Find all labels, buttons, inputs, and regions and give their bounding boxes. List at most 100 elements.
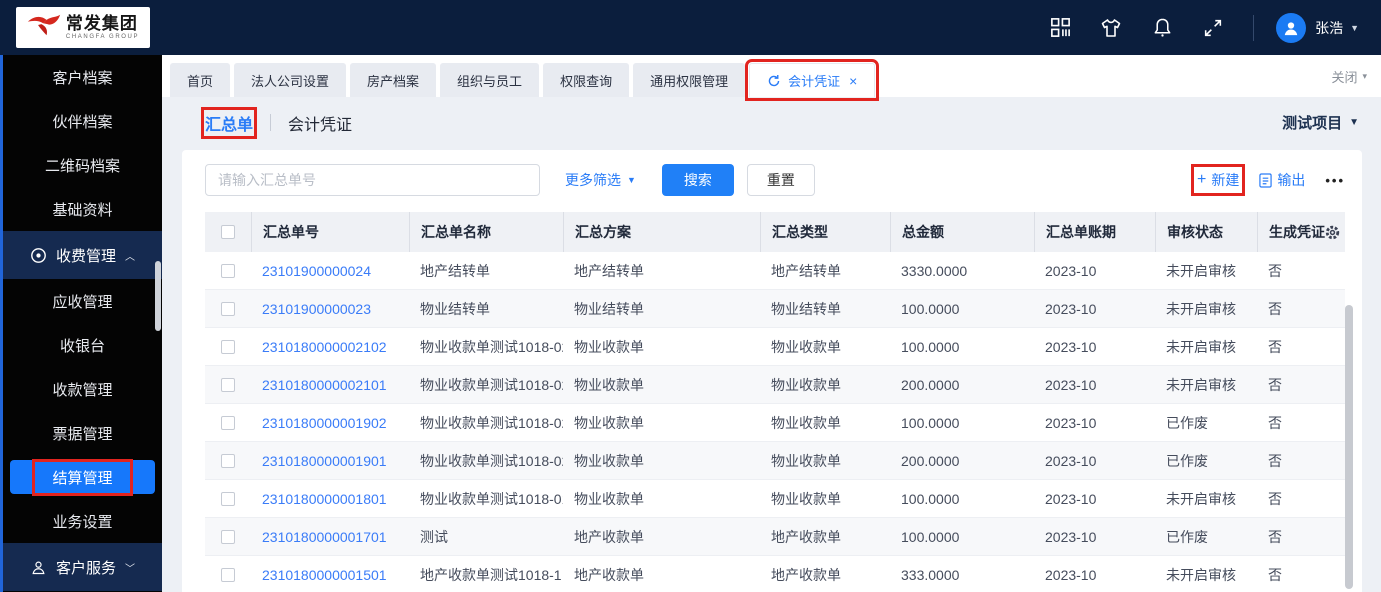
sidebar-item-label: 票据管理 xyxy=(52,425,113,443)
row-checkbox[interactable] xyxy=(221,377,235,392)
sidebar-section-收费管理[interactable]: 收费管理 ︿ xyxy=(3,231,162,279)
reset-button[interactable]: 重置 xyxy=(746,164,815,196)
row-checkbox-cell xyxy=(205,567,251,582)
company-logo: 常发集团 CHANGFA GROUP xyxy=(16,7,150,48)
sidebar-item-结算管理[interactable]: 结算管理 xyxy=(3,455,162,499)
row-checkbox[interactable] xyxy=(221,415,235,430)
person-icon xyxy=(30,559,47,576)
project-selector[interactable]: 测试项目 ▼ xyxy=(1282,112,1359,133)
export-button[interactable]: 输出 xyxy=(1259,170,1305,190)
sidebar-item-label: 收款管理 xyxy=(52,381,113,399)
sidebar-section-label: 收费管理 xyxy=(55,247,116,265)
tab-房产档案[interactable]: 房产档案 xyxy=(350,63,437,97)
row-checkbox[interactable] xyxy=(221,263,235,278)
table-scrollbar[interactable] xyxy=(1345,305,1353,589)
cell-name: 地产结转单 xyxy=(420,262,490,279)
sidebar-item-二维码档案[interactable]: 二维码档案 xyxy=(3,143,162,187)
bell-icon[interactable] xyxy=(1150,16,1174,40)
sidebar-item-票据管理[interactable]: 票据管理 xyxy=(3,411,162,455)
sidebar-item-伙伴档案[interactable]: 伙伴档案 xyxy=(3,99,162,143)
sidebar-item-应收管理[interactable]: 应收管理 xyxy=(3,279,162,323)
subtab-summary-sheet[interactable]: 汇总单 xyxy=(200,106,258,139)
more-actions-button[interactable]: ••• xyxy=(1325,173,1345,188)
tab-组织与员工[interactable]: 组织与员工 xyxy=(440,63,540,97)
cell-plan: 物业收款单 xyxy=(574,376,644,393)
filter-toolbar: 更多筛选 ▼ 搜索 重置 + 新建 xyxy=(205,163,1345,197)
tab-refresh-icon[interactable] xyxy=(767,74,781,88)
target-icon xyxy=(30,247,47,264)
user-menu-caret-icon[interactable]: ▼ xyxy=(1350,23,1359,33)
cell-name: 物业收款单测试1018-01 xyxy=(420,490,563,507)
tab-法人公司设置[interactable]: 法人公司设置 xyxy=(234,63,347,97)
row-checkbox[interactable] xyxy=(221,567,235,582)
row-checkbox[interactable] xyxy=(221,453,235,468)
row-checkbox[interactable] xyxy=(221,301,235,316)
search-button[interactable]: 搜索 xyxy=(661,164,734,196)
theme-icon[interactable] xyxy=(1099,16,1123,40)
row-checkbox[interactable] xyxy=(221,491,235,506)
cell-period: 2023-10 xyxy=(1045,490,1097,507)
user-avatar[interactable] xyxy=(1276,12,1307,43)
column-settings-gear-icon[interactable] xyxy=(1324,212,1341,252)
row-checkbox[interactable] xyxy=(221,529,235,544)
tab-权限查询[interactable]: 权限查询 xyxy=(543,63,630,97)
sidebar-item-收银台[interactable]: 收银台 xyxy=(3,323,162,367)
summary-no-link[interactable]: 2310180000002102 xyxy=(251,339,409,355)
navbar-actions: 张浩 ▼ xyxy=(1021,12,1381,43)
more-filters-button[interactable]: 更多筛选 ▼ xyxy=(565,170,636,190)
cell-period: 2023-10 xyxy=(1045,528,1097,545)
cell-name: 物业收款单测试1018-02 xyxy=(420,376,563,393)
sidebar-item-active-pill[interactable]: 结算管理 xyxy=(10,458,155,496)
sidebar-item-收款管理[interactable]: 收款管理 xyxy=(3,367,162,411)
cell-plan: 地产结转单 xyxy=(574,262,644,279)
logo-bird-icon xyxy=(27,13,61,42)
sidebar-item-基础资料[interactable]: 基础资料 xyxy=(3,187,162,231)
more-filters-label: 更多筛选 xyxy=(565,172,621,188)
tab-会计凭证[interactable]: 会计凭证 × xyxy=(745,59,880,101)
subtab-accounting-voucher[interactable]: 会计凭证 xyxy=(288,111,352,135)
summary-no-link[interactable]: 23101900000023 xyxy=(251,301,409,317)
tab-首页[interactable]: 首页 xyxy=(170,63,231,97)
cell-name: 物业结转单 xyxy=(420,300,490,317)
sidebar-scrollbar[interactable] xyxy=(155,261,161,331)
caret-up-icon: ︿ xyxy=(125,251,135,263)
tab-bar: 首页 法人公司设置 房产档案 组织与员工 权限查询 通用权限管理 会计凭证 × 关闭 ▾ xyxy=(162,55,1381,101)
tab-close-icon[interactable]: × xyxy=(849,73,857,89)
cell-status: 已作废 xyxy=(1166,414,1208,431)
row-checkbox[interactable] xyxy=(221,339,235,354)
summary-no-link[interactable]: 2310180000001801 xyxy=(251,491,409,507)
page-subheader: 汇总单 会计凭证 测试项目 ▼ xyxy=(162,97,1381,148)
summary-no-link[interactable]: 23101900000024 xyxy=(251,263,409,279)
summary-no-link[interactable]: 2310180000001701 xyxy=(251,529,409,545)
sidebar-section-客户服务[interactable]: 客户服务 ﹀ xyxy=(3,543,162,591)
logo-text-cn: 常发集团 xyxy=(65,14,138,33)
summary-no-link[interactable]: 2310180000001902 xyxy=(251,415,409,431)
cell-plan: 物业结转单 xyxy=(574,300,644,317)
cell-status: 未开启审核 xyxy=(1166,338,1236,355)
summary-no-link[interactable]: 2310180000001501 xyxy=(251,567,409,583)
cell-status: 已作废 xyxy=(1166,528,1208,545)
close-all-tabs-button[interactable]: 关闭 ▾ xyxy=(1331,55,1367,97)
cell-plan: 物业收款单 xyxy=(574,338,644,355)
column-header-汇总类型: 汇总类型 xyxy=(760,212,890,252)
cell-voucher: 否 xyxy=(1268,300,1282,317)
fullscreen-icon[interactable] xyxy=(1201,16,1225,40)
summary-no-link[interactable]: 2310180000001901 xyxy=(251,453,409,469)
new-button[interactable]: + 新建 xyxy=(1190,164,1246,196)
cell-plan: 地产收款单 xyxy=(574,528,644,545)
sidebar-item-label: 客户档案 xyxy=(52,69,113,87)
select-all-checkbox[interactable] xyxy=(221,225,235,239)
table-header-row: 汇总单号 汇总单名称 汇总方案 汇总类型 总金额 汇总单账期 审核状态 生成凭证 xyxy=(205,212,1345,252)
cell-status: 未开启审核 xyxy=(1166,262,1236,279)
tab-通用权限管理[interactable]: 通用权限管理 xyxy=(633,63,746,97)
apps-icon[interactable] xyxy=(1048,16,1072,40)
close-all-label: 关闭 xyxy=(1331,69,1358,85)
plus-icon: + xyxy=(1197,171,1207,188)
sidebar-item-业务设置[interactable]: 业务设置 xyxy=(3,499,162,543)
sidebar-section-label: 客户服务 xyxy=(55,559,116,577)
sidebar-item-客户档案[interactable]: 客户档案 xyxy=(3,55,162,99)
user-name[interactable]: 张浩 xyxy=(1315,18,1343,38)
summary-no-input[interactable] xyxy=(205,164,540,196)
cell-type: 地产结转单 xyxy=(771,262,841,279)
summary-no-link[interactable]: 2310180000002101 xyxy=(251,377,409,393)
